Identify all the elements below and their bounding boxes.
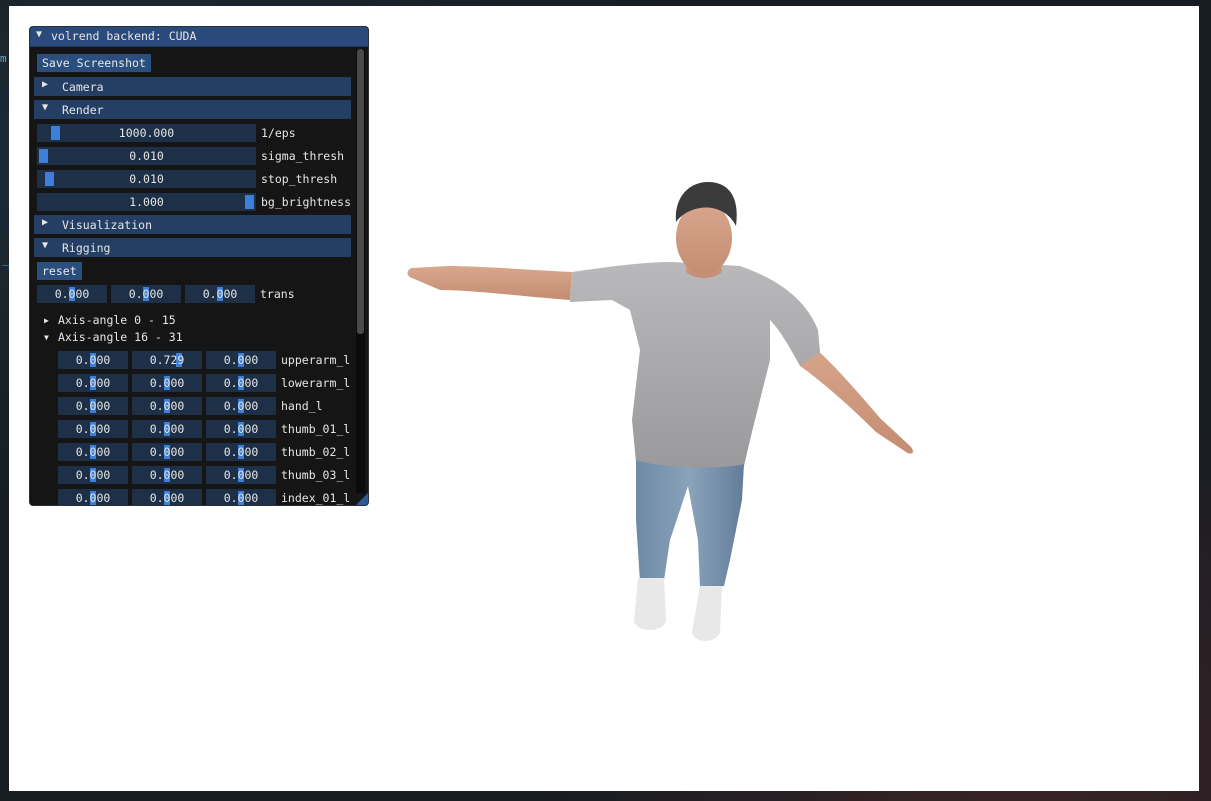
drag-value: 0.000 — [223, 353, 259, 367]
joint-hand-l-drag-x[interactable]: 0.000 — [58, 397, 128, 415]
joint-lowerarm-l-label: lowerarm_l — [281, 376, 351, 390]
drag-value: 0.000 — [223, 376, 259, 390]
joint-thumb-01-l-drag-y[interactable]: 0.000 — [132, 420, 202, 438]
drag-value: 0.729 — [149, 353, 185, 367]
trans-drag-y[interactable]: 0.000 — [111, 285, 181, 303]
drag-value: 0.000 — [202, 287, 238, 301]
collapse-arrow-icon: ▼ — [42, 102, 49, 113]
trans-label: trans — [260, 287, 295, 301]
section-visualization-label: Visualization — [62, 218, 153, 232]
resize-grip-icon[interactable] — [356, 493, 368, 505]
joint-upperarm-l-drag-x[interactable]: 0.000 — [58, 351, 128, 369]
slider-label: bg_brightness — [261, 195, 352, 209]
drag-value: 0.000 — [75, 491, 111, 505]
slider-value: 0.010 — [129, 149, 164, 163]
joint-thumb-03-l-label: thumb_03_l — [281, 468, 351, 482]
tree-expanded-arrow-icon: ▼ — [44, 333, 49, 342]
tree-axis-angle-0-15-label: Axis-angle 0 - 15 — [58, 313, 176, 327]
panel-scrollbar[interactable] — [356, 49, 365, 493]
slider-label: stop_thresh — [261, 172, 338, 186]
slider-sigma-thresh[interactable]: 0.010 — [37, 147, 256, 165]
collapse-arrow-icon[interactable]: ▼ — [36, 29, 42, 40]
section-rigging[interactable]: ▼ Rigging — [34, 238, 351, 257]
joint-thumb-01-l-label: thumb_01_l — [281, 422, 351, 436]
joint-thumb-01-l-drag-x[interactable]: 0.000 — [58, 420, 128, 438]
slider-stop-thresh[interactable]: 0.010 — [37, 170, 256, 188]
collapse-arrow-icon: ▼ — [42, 240, 49, 251]
drag-value: 0.000 — [149, 422, 185, 436]
expand-arrow-icon: ▶ — [42, 217, 49, 228]
joint-upperarm-l-drag-y[interactable]: 0.729 — [132, 351, 202, 369]
slider-value: 1.000 — [129, 195, 164, 209]
slider-bg-brightness[interactable]: 1.000 — [37, 193, 256, 211]
drag-value: 0.000 — [223, 399, 259, 413]
panel-title: volrend backend: CUDA — [51, 29, 197, 43]
joint-thumb-03-l-drag-y[interactable]: 0.000 — [132, 466, 202, 484]
drag-value: 0.000 — [149, 491, 185, 505]
volrend-control-panel[interactable]: ▼ volrend backend: CUDA Save Screenshot … — [29, 26, 369, 506]
trans-drag-x[interactable]: 0.000 — [37, 285, 107, 303]
drag-value: 0.000 — [223, 445, 259, 459]
drag-value: 0.000 — [75, 376, 111, 390]
joint-hand-l-drag-y[interactable]: 0.000 — [132, 397, 202, 415]
section-camera-label: Camera — [62, 80, 104, 94]
desktop-fragment: m — [0, 52, 7, 65]
drag-value: 0.000 — [149, 468, 185, 482]
drag-value: 0.000 — [75, 353, 111, 367]
joint-thumb-02-l-drag-y[interactable]: 0.000 — [132, 443, 202, 461]
section-render[interactable]: ▼ Render — [34, 100, 351, 119]
joint-index-01-l-label: index_01_l — [281, 491, 351, 505]
slider-value: 0.010 — [129, 172, 164, 186]
scrollbar-thumb[interactable] — [357, 49, 364, 334]
slider-label: 1/eps — [261, 126, 296, 140]
joint-thumb-03-l-drag-z[interactable]: 0.000 — [206, 466, 276, 484]
joint-thumb-02-l-label: thumb_02_l — [281, 445, 351, 459]
section-render-label: Render — [62, 103, 104, 117]
joint-lowerarm-l-drag-x[interactable]: 0.000 — [58, 374, 128, 392]
section-visualization[interactable]: ▶ Visualization — [34, 215, 351, 234]
trans-drag-z[interactable]: 0.000 — [185, 285, 255, 303]
joint-index-01-l-drag-y[interactable]: 0.000 — [132, 489, 202, 505]
joint-upperarm-l-label: upperarm_l — [281, 353, 351, 367]
joint-hand-l-drag-z[interactable]: 0.000 — [206, 397, 276, 415]
slider-value: 1000.000 — [118, 126, 175, 140]
joint-thumb-01-l-drag-z[interactable]: 0.000 — [206, 420, 276, 438]
slider-label: sigma_thresh — [261, 149, 345, 163]
section-rigging-label: Rigging — [62, 241, 111, 255]
tree-collapsed-arrow-icon: ▶ — [44, 316, 49, 325]
panel-content: Save Screenshot ▶ Camera ▼ Render 1000.0… — [30, 47, 352, 505]
joint-lowerarm-l-drag-z[interactable]: 0.000 — [206, 374, 276, 392]
drag-value: 0.000 — [75, 399, 111, 413]
panel-titlebar[interactable]: ▼ volrend backend: CUDA — [30, 27, 368, 47]
tree-axis-angle-16-31[interactable]: ▼ Axis-angle 16 - 31 — [44, 330, 183, 344]
drag-value: 0.000 — [223, 468, 259, 482]
drag-value: 0.000 — [149, 399, 185, 413]
joint-thumb-03-l-drag-x[interactable]: 0.000 — [58, 466, 128, 484]
drag-value: 0.000 — [75, 422, 111, 436]
drag-value: 0.000 — [149, 376, 185, 390]
joint-hand-l-label: hand_l — [281, 399, 323, 413]
drag-value: 0.000 — [149, 445, 185, 459]
tree-axis-angle-16-31-label: Axis-angle 16 - 31 — [58, 330, 183, 344]
slider-1-eps[interactable]: 1000.000 — [37, 124, 256, 142]
drag-value: 0.000 — [75, 468, 111, 482]
save-screenshot-button[interactable]: Save Screenshot — [37, 54, 151, 72]
joint-upperarm-l-drag-z[interactable]: 0.000 — [206, 351, 276, 369]
joint-thumb-02-l-drag-z[interactable]: 0.000 — [206, 443, 276, 461]
joint-lowerarm-l-drag-y[interactable]: 0.000 — [132, 374, 202, 392]
drag-value: 0.000 — [223, 491, 259, 505]
reset-button[interactable]: reset — [37, 262, 82, 280]
expand-arrow-icon: ▶ — [42, 79, 49, 90]
joint-index-01-l-drag-x[interactable]: 0.000 — [58, 489, 128, 505]
drag-value: 0.000 — [54, 287, 90, 301]
tree-axis-angle-0-15[interactable]: ▶ Axis-angle 0 - 15 — [44, 313, 176, 327]
joint-thumb-02-l-drag-x[interactable]: 0.000 — [58, 443, 128, 461]
drag-value: 0.000 — [128, 287, 164, 301]
joint-index-01-l-drag-z[interactable]: 0.000 — [206, 489, 276, 505]
drag-value: 0.000 — [75, 445, 111, 459]
section-camera[interactable]: ▶ Camera — [34, 77, 351, 96]
drag-value: 0.000 — [223, 422, 259, 436]
desktop-fragment: _ — [2, 253, 9, 266]
